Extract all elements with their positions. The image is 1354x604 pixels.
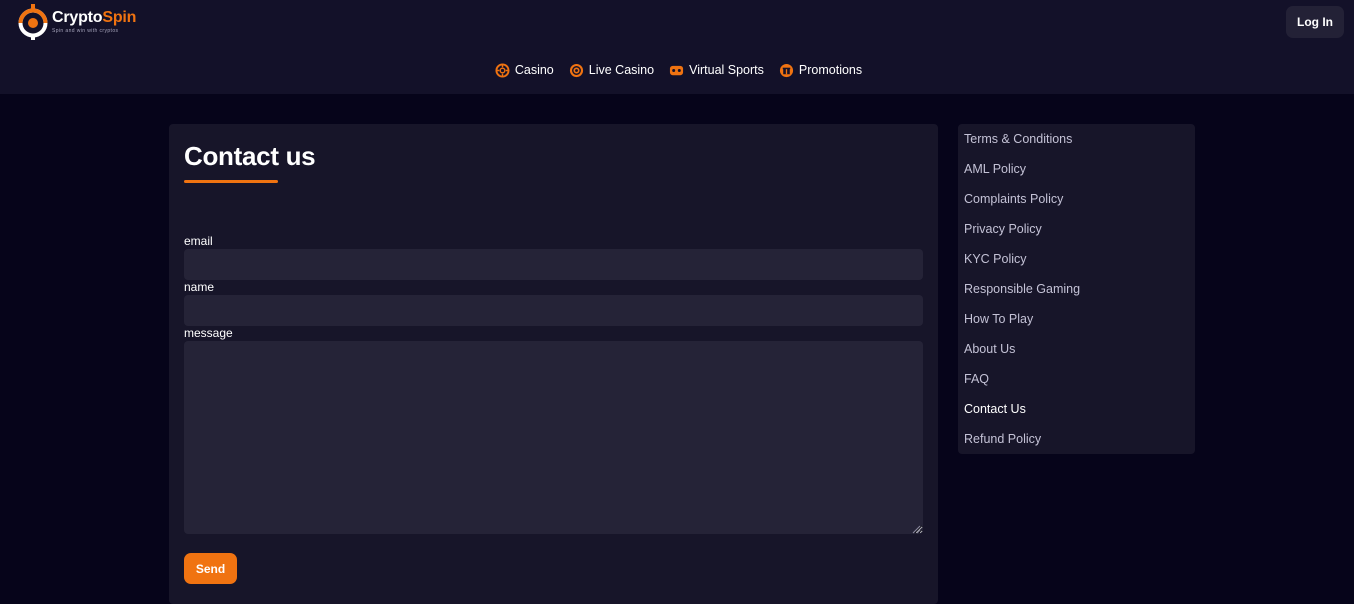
brand-name: CryptoSpin	[52, 9, 137, 26]
nav-item-live-casino[interactable]: Live Casino	[569, 63, 654, 78]
name-label: name	[184, 280, 215, 294]
top-header: CryptoSpin Spin and win with cryptos Log…	[0, 0, 1354, 94]
main-nav: Casino Live Casino Virtual Sports Promot…	[0, 58, 1354, 82]
sidebar-item-aml-policy[interactable]: AML Policy	[958, 158, 1195, 188]
nav-label-live-casino: Live Casino	[588, 63, 655, 77]
page-title: Contact us	[184, 141, 316, 171]
sidebar-item-complaints-policy[interactable]: Complaints Policy	[958, 188, 1195, 218]
crypto-spin-logo[interactable]: CryptoSpin Spin and win with cryptos	[17, 4, 147, 42]
sidebar-item-faq[interactable]: FAQ	[958, 368, 1195, 398]
email-label: email	[184, 234, 213, 248]
login-button[interactable]: Log In	[1286, 6, 1344, 38]
info-sidebar: Terms & Conditions AML Policy Complaints…	[958, 124, 1195, 454]
sidebar-item-terms[interactable]: Terms & Conditions	[958, 128, 1195, 158]
send-button[interactable]: Send	[184, 553, 237, 584]
sidebar-item-about-us[interactable]: About Us	[958, 338, 1195, 368]
brand-tagline: Spin and win with cryptos	[52, 28, 119, 34]
casino-chip-icon	[495, 62, 510, 78]
sidebar-item-refund-policy[interactable]: Refund Policy	[958, 428, 1195, 458]
email-field[interactable]	[184, 249, 923, 280]
nav-item-casino[interactable]: Casino	[495, 62, 554, 78]
sidebar-item-how-to-play[interactable]: How To Play	[958, 308, 1195, 338]
sidebar-item-privacy-policy[interactable]: Privacy Policy	[958, 218, 1195, 248]
nav-label-virtual-sports: Virtual Sports	[689, 63, 764, 77]
nav-label-promotions: Promotions	[798, 63, 863, 77]
live-casino-icon	[569, 63, 583, 77]
sidebar-item-kyc-policy[interactable]: KYC Policy	[958, 248, 1195, 278]
contact-card: Contact us email name message Send	[169, 124, 938, 604]
resize-handle-icon[interactable]	[911, 524, 921, 534]
virtual-sports-icon	[670, 65, 684, 75]
nav-label-casino: Casino	[514, 63, 554, 77]
nav-item-virtual-sports[interactable]: Virtual Sports	[669, 63, 764, 78]
message-field[interactable]	[184, 341, 923, 534]
nav-item-promotions[interactable]: Promotions	[779, 63, 862, 78]
title-underline	[184, 180, 278, 183]
logo-roulette-icon	[18, 4, 48, 40]
sidebar-item-contact-us[interactable]: Contact Us	[958, 398, 1195, 428]
message-label: message	[184, 326, 233, 340]
name-field[interactable]	[184, 295, 923, 326]
gift-icon	[779, 63, 793, 77]
sidebar-item-responsible-gaming[interactable]: Responsible Gaming	[958, 278, 1195, 308]
